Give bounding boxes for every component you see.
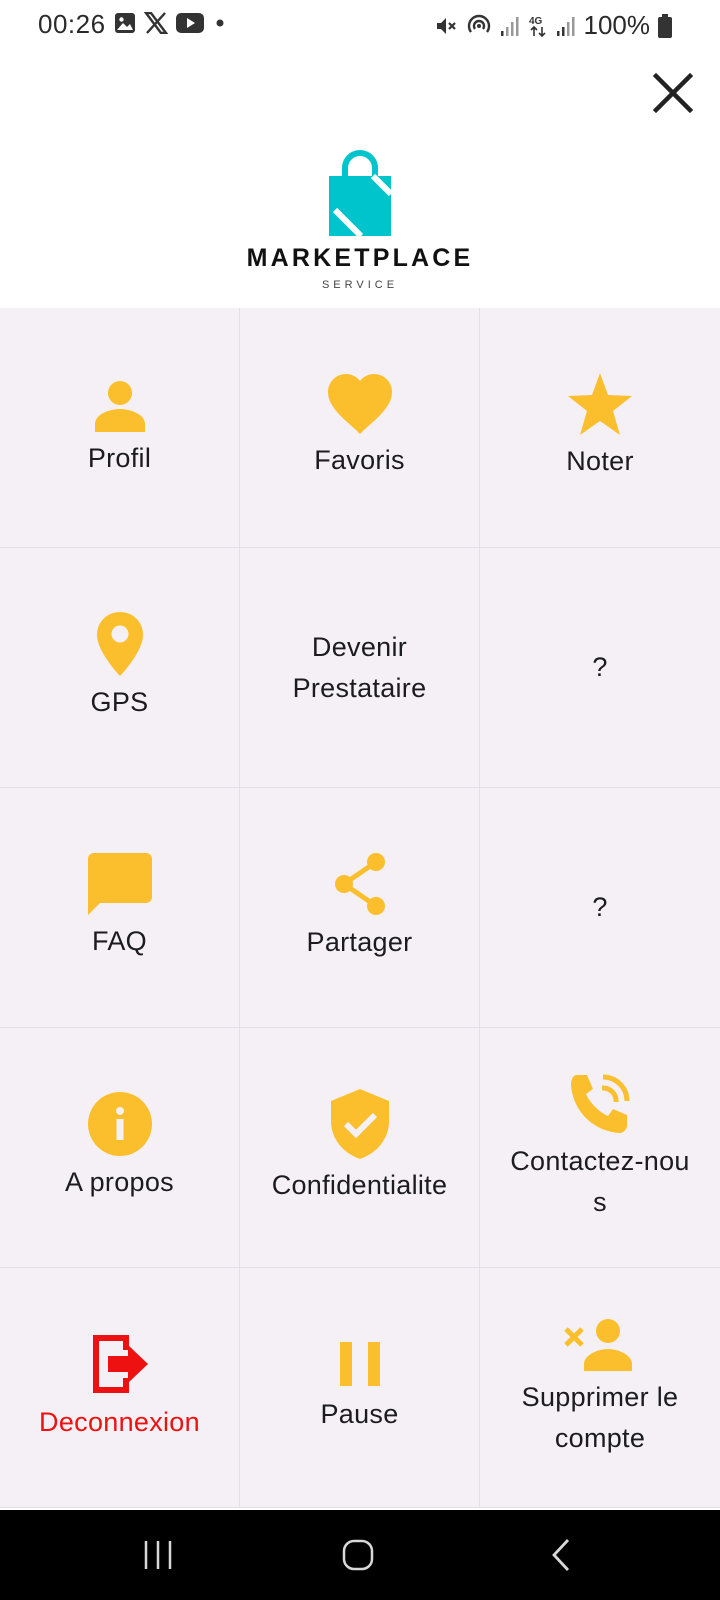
menu-item-label: ? <box>592 892 608 922</box>
info-icon <box>87 1092 152 1156</box>
recents-icon[interactable] <box>138 1535 178 1575</box>
star-icon <box>568 373 632 435</box>
logout-icon <box>92 1335 148 1393</box>
menu-item-label: FAQ <box>92 926 147 956</box>
menu-item-pause[interactable]: Pause <box>240 1268 480 1508</box>
dot-icon <box>216 19 224 27</box>
menu-item-faq[interactable]: FAQ <box>0 788 240 1028</box>
signal-icon <box>556 16 574 36</box>
close-icon[interactable] <box>650 70 696 116</box>
menu-item-gps[interactable]: GPS <box>0 548 240 788</box>
pause-icon <box>339 1342 380 1386</box>
status-bar: 00:26 4G 100% <box>0 0 720 52</box>
status-notification-icons <box>114 12 228 34</box>
menu-item-label: Pause <box>320 1399 399 1429</box>
status-time: 00:26 <box>38 9 106 39</box>
menu-item-label: ? <box>592 652 608 682</box>
menu-item-contactez-nous[interactable]: Contactez-nous <box>480 1028 720 1268</box>
menu-item-confidentialite[interactable]: Confidentialite <box>240 1028 480 1268</box>
menu-item-favoris[interactable]: Favoris <box>240 308 480 548</box>
phone-call-icon <box>571 1074 630 1133</box>
menu-item-label: Confidentialite <box>271 1170 448 1200</box>
menu-item-partager[interactable]: Partager <box>240 788 480 1028</box>
logo-title: MARKETPLACE <box>246 244 474 272</box>
chat-bubble-icon <box>87 853 152 915</box>
battery-percentage: 100% <box>583 10 651 40</box>
menu-item-label: Noter <box>566 446 634 476</box>
x-logo-icon <box>144 12 168 34</box>
menu-item-label: Profil <box>87 443 152 473</box>
heart-icon <box>327 374 392 434</box>
menu-item-devenir-prestataire[interactable]: Devenir Prestataire <box>240 548 480 788</box>
person-icon <box>94 381 145 432</box>
home-icon[interactable] <box>338 1535 378 1575</box>
status-system-icons: 4G 100% <box>434 10 672 41</box>
shopping-bag-logo-icon <box>329 150 394 238</box>
menu-item-label: Supprimer le compte <box>521 1381 679 1453</box>
menu-item-label: Favoris <box>314 445 405 475</box>
menu-item-unknown-2[interactable]: ? <box>480 788 720 1028</box>
menu-item-label: Partager <box>306 927 413 957</box>
menu-item-noter[interactable]: Noter <box>480 308 720 548</box>
logo-subtitle: SERVICE <box>321 279 399 291</box>
share-icon <box>334 853 385 915</box>
menu-item-supprimer-le-compte[interactable]: Supprimer le compte <box>480 1268 720 1508</box>
battery-icon <box>658 13 672 38</box>
menu-item-label: Devenir Prestataire <box>292 631 427 703</box>
signal-icon <box>500 16 518 36</box>
menu-item-unknown-1[interactable]: ? <box>480 548 720 788</box>
menu-item-label: GPS <box>90 687 149 717</box>
remove-user-icon <box>564 1318 632 1371</box>
hotspot-icon <box>467 14 490 33</box>
back-icon[interactable] <box>542 1535 582 1575</box>
menu-item-label: Deconnexion <box>39 1407 200 1437</box>
gallery-icon <box>115 13 135 33</box>
menu-grid: Profil Favoris Noter GPS Devenir Prestat… <box>0 308 720 1508</box>
4g-icon: 4G <box>529 16 546 37</box>
menu-item-label: Contactez-nous <box>510 1145 690 1217</box>
menu-item-label: A propos <box>65 1167 174 1197</box>
menu-item-profil[interactable]: Profil <box>0 308 240 548</box>
menu-item-a-propos[interactable]: A propos <box>0 1028 240 1268</box>
menu-item-deconnexion[interactable]: Deconnexion <box>0 1268 240 1508</box>
system-navigation-bar <box>0 1510 720 1600</box>
mute-icon <box>436 17 456 34</box>
youtube-icon <box>176 13 204 33</box>
shield-check-icon <box>330 1089 389 1159</box>
location-pin-icon <box>96 612 143 676</box>
svg-text:4G: 4G <box>529 16 543 27</box>
app-logo: MARKETPLACE SERVICE <box>0 150 720 291</box>
